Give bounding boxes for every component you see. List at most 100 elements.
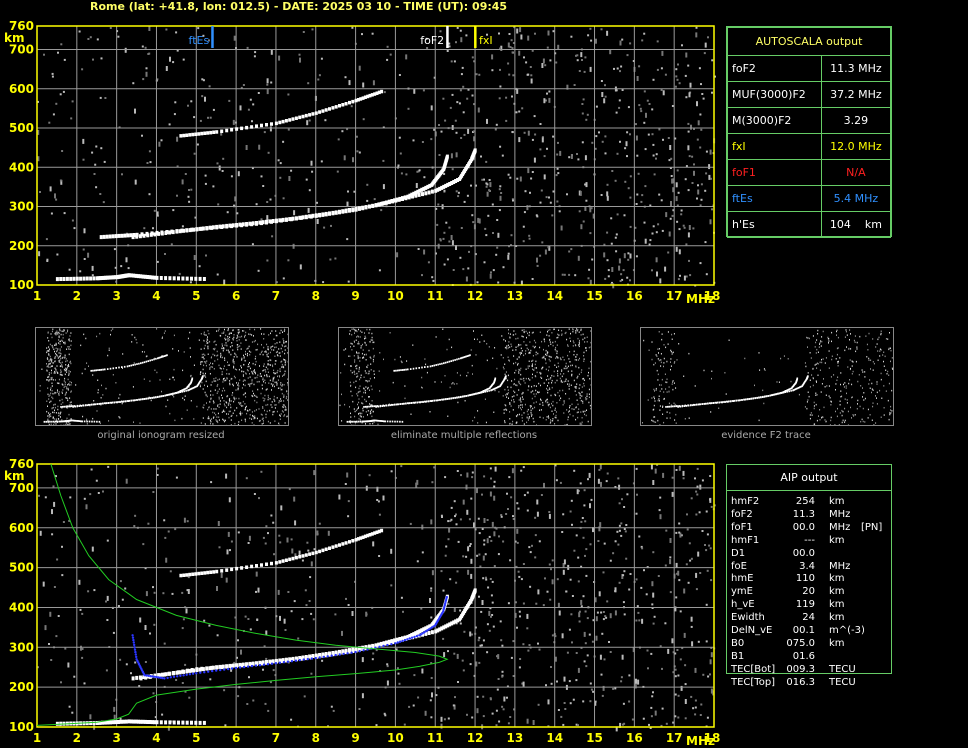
thumb-dot bbox=[549, 355, 551, 358]
thumb-dot bbox=[250, 351, 252, 353]
thumb-trace-point bbox=[442, 398, 444, 401]
thumb-dot bbox=[169, 412, 171, 415]
thumb-dot bbox=[539, 409, 541, 411]
thumb-dot bbox=[178, 350, 179, 352]
noise-dot bbox=[533, 115, 536, 118]
thumb-dot bbox=[354, 361, 356, 363]
thumb-dot bbox=[266, 353, 268, 356]
thumb-dot bbox=[817, 363, 819, 365]
thumb-dot bbox=[365, 344, 367, 346]
thumb-trace-point bbox=[140, 362, 142, 365]
thumb-dot bbox=[808, 395, 810, 398]
thumb-trace-point bbox=[401, 369, 404, 371]
noise-dot bbox=[690, 616, 693, 622]
x-tick-label: 3 bbox=[112, 289, 120, 303]
thumb-dot bbox=[283, 415, 285, 417]
thumb-dot bbox=[244, 384, 246, 387]
thumb-dot bbox=[252, 395, 254, 398]
thumb-dot bbox=[53, 411, 55, 414]
thumb-dot bbox=[846, 402, 848, 404]
noise-dot bbox=[51, 75, 54, 78]
thumb-dot bbox=[520, 373, 522, 376]
noise-dot bbox=[574, 274, 577, 277]
thumb-trace-point bbox=[72, 405, 74, 407]
thumb-dot bbox=[364, 332, 365, 334]
noise-dot bbox=[702, 673, 705, 676]
thumb-trace-point bbox=[450, 397, 453, 400]
thumb-dot bbox=[274, 346, 276, 349]
thumb-dot bbox=[778, 381, 780, 383]
thumb-trace-point bbox=[760, 396, 762, 399]
thumb-dot bbox=[53, 418, 55, 420]
noise-dot bbox=[600, 194, 603, 196]
noise-dot bbox=[676, 169, 679, 172]
noise-dot bbox=[459, 89, 462, 92]
noise-dot bbox=[346, 201, 349, 207]
noise-dot bbox=[476, 281, 479, 284]
trace-point bbox=[321, 109, 325, 113]
thumb-dot bbox=[258, 420, 260, 422]
thumb-dot bbox=[359, 360, 361, 362]
thumb-dot bbox=[370, 385, 372, 387]
thumb-trace-point bbox=[98, 420, 101, 423]
thumb-dot bbox=[221, 343, 223, 345]
thumb-dot bbox=[804, 406, 806, 408]
thumb-dot bbox=[584, 337, 586, 339]
trace-point bbox=[89, 276, 93, 281]
noise-dot bbox=[46, 258, 49, 261]
thumb-dot bbox=[540, 376, 542, 379]
thumb-dot bbox=[554, 407, 556, 410]
noise-dot bbox=[636, 154, 639, 157]
thumb-dot bbox=[866, 343, 868, 346]
noise-dot bbox=[527, 130, 530, 136]
trace-point bbox=[197, 132, 201, 136]
thumb-dot bbox=[236, 414, 238, 417]
noise-dot bbox=[549, 201, 552, 204]
noise-dot bbox=[397, 164, 400, 167]
noise-dot bbox=[625, 141, 628, 147]
noise-dot bbox=[491, 614, 494, 616]
thumb-dot bbox=[63, 341, 64, 344]
thumb-dot bbox=[554, 381, 556, 384]
thumb-dot bbox=[890, 349, 892, 352]
noise-dot bbox=[271, 235, 274, 238]
trace-point bbox=[344, 209, 348, 214]
noise-dot bbox=[536, 264, 539, 267]
thumb-dot bbox=[521, 352, 523, 354]
noise-dot bbox=[651, 581, 654, 587]
thumb-dot bbox=[50, 377, 52, 379]
thumb-dot bbox=[517, 362, 519, 365]
thumb-trace-point bbox=[441, 362, 443, 365]
thumb-trace-point bbox=[746, 398, 749, 401]
thumb-dot bbox=[523, 341, 525, 343]
noise-dot bbox=[204, 96, 206, 102]
thumb-dot bbox=[213, 380, 215, 382]
thumb-dot bbox=[51, 385, 53, 387]
thumb-dot bbox=[218, 406, 220, 408]
noise-dot bbox=[320, 57, 323, 60]
thumb-dot bbox=[262, 370, 264, 372]
thumb-trace-point bbox=[444, 398, 447, 401]
noise-dot bbox=[667, 251, 670, 254]
thumb-dot bbox=[547, 389, 549, 391]
thumb-trace-point bbox=[112, 367, 115, 370]
thumb-dot bbox=[210, 390, 212, 392]
noise-dot bbox=[366, 183, 369, 186]
thumb-dot bbox=[670, 350, 672, 353]
noise-dot bbox=[432, 279, 435, 282]
autoscala-value: N/A bbox=[820, 159, 892, 186]
thumb-dot bbox=[578, 345, 580, 348]
thumb-trace-point bbox=[494, 377, 497, 380]
thumb-dot bbox=[228, 351, 230, 354]
noise-dot bbox=[602, 685, 605, 691]
noise-dot bbox=[181, 179, 184, 185]
thumb-dot bbox=[219, 403, 221, 405]
noise-dot bbox=[577, 158, 580, 161]
thumb-dot bbox=[367, 380, 369, 383]
noise-dot bbox=[647, 133, 650, 136]
noise-dot bbox=[549, 598, 552, 601]
noise-dot bbox=[444, 119, 447, 122]
thumb-dot bbox=[842, 419, 844, 422]
thumb-dot bbox=[62, 340, 64, 342]
noise-dot bbox=[622, 269, 625, 272]
